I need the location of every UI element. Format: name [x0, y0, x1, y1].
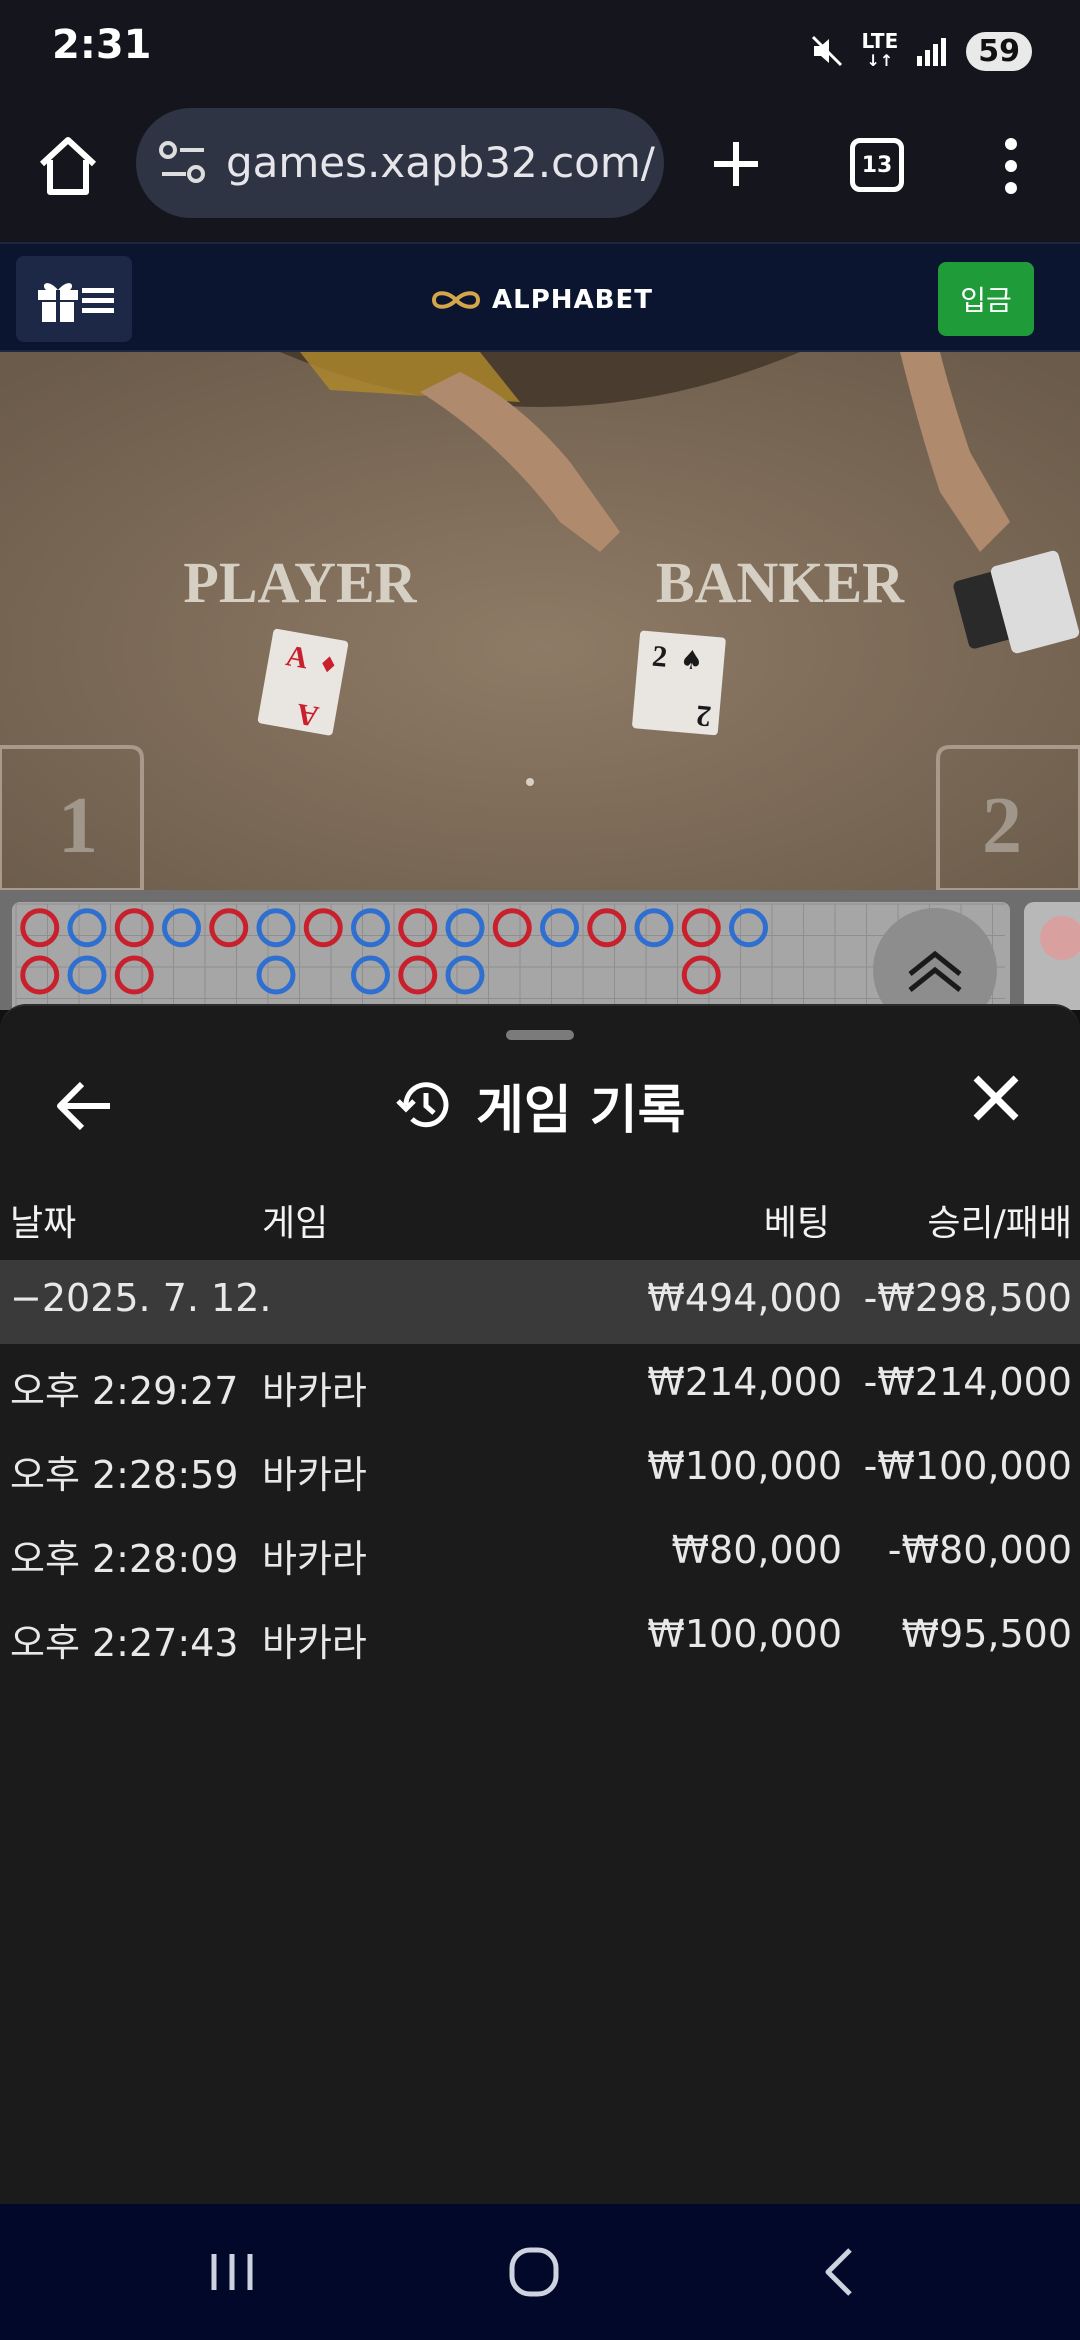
mute-icon	[811, 35, 842, 67]
recent-apps-icon[interactable]	[202, 2242, 262, 2302]
row-game: 바카라	[262, 1453, 367, 1497]
row-game: 바카라	[262, 1621, 367, 1665]
system-nav-bar	[0, 2204, 1080, 2340]
row-bet: ₩80,000	[671, 1528, 842, 1572]
seat-number-left: 1	[58, 782, 98, 870]
row-bet: ₩100,000	[647, 1612, 842, 1656]
sheet-drag-handle[interactable]	[506, 1030, 574, 1040]
row-time: 오후 2:28:59	[10, 1453, 239, 1497]
signal-icon	[917, 38, 947, 66]
row-game: 바카라	[262, 1369, 367, 1413]
roadmap-strip[interactable]	[0, 890, 1080, 1010]
row-bet: ₩214,000	[647, 1360, 842, 1404]
row-game: 바카라	[262, 1537, 367, 1581]
status-icons: LTE ↓↑ 59	[810, 26, 1032, 76]
home-nav-icon[interactable]	[504, 2242, 564, 2302]
bead-road	[12, 902, 1080, 1010]
network-type: LTE ↓↑	[861, 29, 899, 70]
deposit-button[interactable]: 입금	[938, 262, 1034, 336]
table-row[interactable]: 오후 2:28:59 바카라 ₩100,000 -₩100,000	[0, 1428, 1080, 1512]
row-time: 오후 2:29:27	[10, 1369, 239, 1413]
row-time: 오후 2:27:43	[10, 1621, 239, 1665]
row-bet: ₩100,000	[647, 1444, 842, 1488]
column-header-win-loss[interactable]: 승리/패배	[927, 1194, 1072, 1246]
date-group-label: −2025. 7. 12.	[10, 1276, 272, 1320]
row-time: 오후 2:28:09	[10, 1537, 239, 1581]
url-text: games.xapb32.com/	[226, 138, 655, 187]
more-menu-icon[interactable]	[996, 130, 1026, 202]
back-nav-icon[interactable]	[810, 2242, 870, 2302]
column-header-bet[interactable]: 베팅	[764, 1194, 830, 1246]
baccarat-table-scene: PLAYER BANKER A ♦ A 2 ♠ 2 1 2	[0, 352, 1080, 890]
svg-text:2: 2	[695, 699, 713, 733]
sheet-header: 게임 기록	[394, 1070, 686, 1141]
column-header-game[interactable]: 게임	[262, 1194, 328, 1246]
home-icon[interactable]	[32, 130, 104, 202]
site-logo[interactable]: ALPHABET	[426, 280, 653, 320]
hamburger-icon	[82, 288, 114, 313]
row-win-loss: -₩100,000	[863, 1444, 1072, 1488]
gift-icon	[38, 283, 78, 322]
banker-card: 2 ♠ 2	[632, 630, 726, 736]
address-bar[interactable]: games.xapb32.com/	[136, 108, 664, 218]
logo-text: ALPHABET	[492, 285, 653, 315]
row-win-loss: ₩95,500	[901, 1612, 1072, 1656]
svg-text:2: 2	[651, 640, 669, 674]
table-row[interactable]: 오후 2:27:43 바카라 ₩100,000 ₩95,500	[0, 1596, 1080, 1680]
tab-switcher-button[interactable]: 13	[850, 138, 904, 192]
svg-text:♠: ♠	[679, 645, 705, 677]
game-history-sheet: 게임 기록 날짜 게임 베팅 승리/패배 −2025. 7. 12. ₩494,…	[0, 1004, 1080, 2204]
row-win-loss: -₩80,000	[887, 1528, 1072, 1572]
back-arrow-icon[interactable]	[52, 1074, 116, 1138]
close-icon[interactable]	[966, 1068, 1026, 1128]
battery-level: 59	[966, 31, 1032, 71]
column-header-date[interactable]: 날짜	[10, 1194, 76, 1246]
table-row[interactable]: 오후 2:28:09 바카라 ₩80,000 -₩80,000	[0, 1512, 1080, 1596]
status-bar: 2:31 LTE ↓↑ 59	[0, 0, 1080, 100]
date-group-row[interactable]: −2025. 7. 12. ₩494,000 -₩298,500	[0, 1260, 1080, 1344]
gift-menu-button[interactable]	[16, 256, 132, 342]
date-group-bet: ₩494,000	[647, 1276, 842, 1320]
new-tab-icon[interactable]	[700, 128, 772, 200]
site-settings-icon[interactable]	[158, 140, 208, 186]
game-video-stream[interactable]: PLAYER BANKER A ♦ A 2 ♠ 2 1 2	[0, 352, 1080, 890]
seat-number-right: 2	[982, 782, 1022, 870]
sheet-title: 게임 기록	[476, 1080, 686, 1141]
table-row[interactable]: 오후 2:29:27 바카라 ₩214,000 -₩214,000	[0, 1344, 1080, 1428]
history-icon	[396, 1082, 449, 1128]
browser-toolbar: games.xapb32.com/ 13	[0, 100, 1080, 242]
row-win-loss: -₩214,000	[863, 1360, 1072, 1404]
status-time: 2:31	[52, 22, 152, 68]
site-header: ALPHABET 입금	[0, 242, 1080, 352]
banker-label: BANKER	[656, 550, 905, 615]
player-label: PLAYER	[183, 550, 417, 615]
logo-mark-icon	[431, 291, 481, 309]
date-group-win-loss: -₩298,500	[863, 1276, 1072, 1320]
